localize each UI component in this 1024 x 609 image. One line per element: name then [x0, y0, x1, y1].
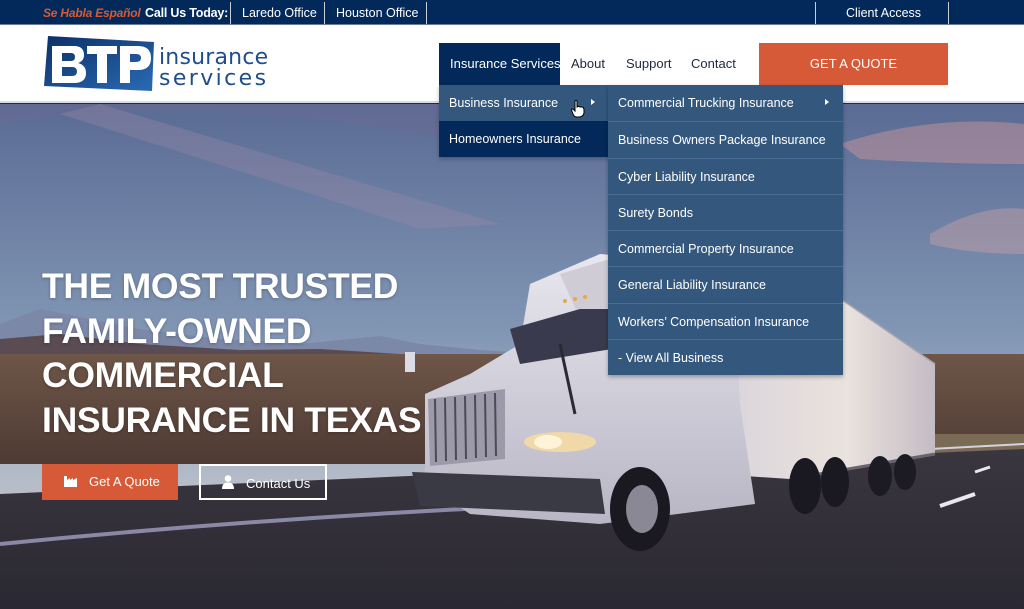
menu-item-label: Homeowners Insurance — [449, 132, 582, 146]
get-a-quote-button[interactable]: GET A QUOTE — [759, 43, 948, 85]
se-habla-espanol-text: Se Habla Español — [43, 6, 141, 20]
menu-item-cyber-liability[interactable]: Cyber Liability Insurance — [608, 157, 843, 194]
menu-item-commercial-trucking[interactable]: Commercial Trucking Insurance — [608, 85, 843, 121]
call-us-label: Call Us Today: — [145, 6, 229, 20]
logo[interactable]: insurance services — [42, 36, 272, 94]
divider — [815, 2, 816, 24]
menu-item-label: Business Insurance — [449, 96, 559, 110]
top-bar: Se Habla Español Call Us Today: Laredo O… — [0, 0, 1024, 25]
menu-item-commercial-property[interactable]: Commercial Property Insurance — [608, 230, 843, 266]
nav-support[interactable]: Support — [615, 43, 683, 85]
menu-item-business-owners-package[interactable]: Business Owners Package Insurance — [608, 121, 843, 157]
menu-item-surety-bonds[interactable]: Surety Bonds — [608, 193, 843, 230]
hero-headline: THE MOST TRUSTED FAMILY-OWNED COMMERCIAL… — [42, 264, 422, 442]
submenu-arrow-icon — [591, 99, 595, 105]
btp-logo-mark — [44, 36, 154, 91]
user-icon — [222, 475, 234, 489]
laredo-office-link[interactable]: Laredo Office — [242, 6, 317, 20]
menu-item-homeowners-insurance[interactable]: Homeowners Insurance — [439, 121, 609, 157]
client-access-link[interactable]: Client Access — [846, 6, 921, 20]
headline-line: THE MOST TRUSTED — [42, 266, 399, 306]
headline-line: FAMILY-OWNED — [42, 310, 312, 351]
hero-banner: THE MOST TRUSTED FAMILY-OWNED COMMERCIAL… — [0, 104, 1024, 609]
factory-icon — [64, 476, 77, 487]
headline-line: COMMERCIAL — [42, 355, 284, 395]
headline-line: INSURANCE IN TEXAS — [42, 399, 422, 440]
menu-item-view-all-business[interactable]: - View All Business — [608, 338, 843, 375]
divider — [948, 2, 949, 24]
menu-item-general-liability[interactable]: General Liability Insurance — [608, 266, 843, 302]
hero-get-a-quote-button[interactable]: Get A Quote — [42, 464, 178, 500]
business-insurance-submenu: Commercial Trucking Insurance Business O… — [608, 85, 843, 375]
hero-contact-us-button[interactable]: Contact Us — [199, 464, 327, 500]
nav-contact[interactable]: Contact — [680, 43, 747, 85]
divider — [230, 2, 231, 24]
menu-item-label: Commercial Trucking Insurance — [618, 96, 794, 110]
submenu-arrow-icon — [825, 99, 829, 105]
menu-item-workers-compensation[interactable]: Workers’ Compensation Insurance — [608, 302, 843, 339]
nav-insurance-services[interactable]: Insurance Services — [439, 43, 561, 85]
nav-about[interactable]: About — [560, 43, 616, 85]
insurance-services-dropdown: Business Insurance Homeowners Insurance — [439, 85, 609, 157]
get-a-quote-label: Get A Quote — [89, 474, 160, 489]
logo-text-services: services — [159, 66, 269, 91]
divider — [324, 2, 325, 24]
houston-office-link[interactable]: Houston Office — [336, 6, 418, 20]
hand-cursor-icon — [571, 100, 585, 118]
divider — [426, 2, 427, 24]
contact-us-label: Contact Us — [246, 476, 311, 491]
